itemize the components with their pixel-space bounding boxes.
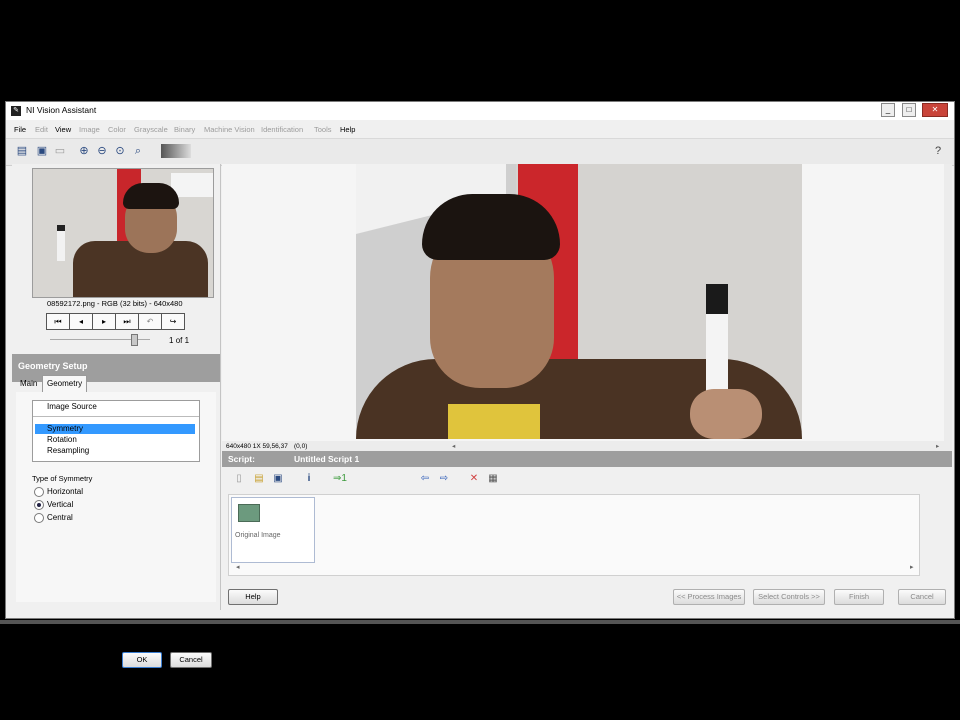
menu-bar: File Edit View Image Color Grayscale Bin… [6,120,954,138]
radio-central[interactable]: Central [34,513,73,523]
first-image-button[interactable]: ⏮ [46,313,70,330]
symmetry-type-label: Type of Symmetry [32,474,93,483]
scroll-right-icon[interactable]: ▸ [936,442,939,450]
left-panel: 08592172.png - RGB (32 bits) - 640x480 ⏮… [12,164,221,668]
menu-image[interactable]: Image [79,125,100,134]
zoom-fit-icon[interactable]: ⌕ [130,143,146,159]
menu-file[interactable]: File [14,125,26,134]
maximize-button[interactable]: □ [902,103,916,117]
image-viewer[interactable]: 640x480 1X 59,56,37 (0,0) ◂ ▸ [222,164,944,454]
menu-identification[interactable]: Identification [261,125,303,134]
script-step-original-image[interactable]: Original Image [231,497,315,563]
thumbnail-caption: 08592172.png - RGB (32 bits) - 640x480 [47,299,183,308]
radio-circle-checked[interactable] [34,500,44,510]
image-thumbnail[interactable] [32,168,214,298]
finish-button[interactable]: Finish [834,589,884,605]
radio-circle[interactable] [34,487,44,497]
performance-meter-icon[interactable]: ▦ [486,472,500,486]
minimize-button[interactable]: _ [881,103,895,117]
list-item-rotation[interactable]: Rotation [35,435,195,445]
open-script-icon[interactable]: ▤ [252,472,266,486]
list-item-image-source[interactable]: Image Source [35,402,195,412]
script-name: Untitled Script 1 [294,454,360,464]
image-step-icon [238,504,260,522]
cancel-button[interactable]: Cancel [898,589,946,605]
app-logo-icon: ✎ [11,106,21,116]
return-button[interactable]: ↪ [161,313,185,330]
menu-tools[interactable]: Tools [314,125,332,134]
menu-view[interactable]: View [55,125,71,134]
new-script-icon[interactable]: ▯ [232,472,246,486]
radio-horizontal[interactable]: Horizontal [34,487,83,497]
tab-main[interactable]: Main [16,376,41,392]
page-total: 1 [184,336,190,345]
previous-image-button[interactable]: ◂ [69,313,93,330]
script-label: Script: [228,454,255,464]
geometry-setup-title: Geometry Setup [18,361,88,371]
page-current: 1 [169,336,174,345]
step-label: Original Image [235,532,281,539]
open-image-icon[interactable]: ▤ [14,143,30,159]
geometry-tab-panel: Image Source Symmetry Rotation Resamplin… [16,392,216,602]
script-scroll-right-icon[interactable]: ▸ [910,563,914,571]
menu-edit[interactable]: Edit [35,125,48,134]
main-toolbar: ▤ ▣ ▭ ⊕ ⊖ ⊙ ⌕ ? [6,138,954,166]
list-item-symmetry[interactable]: Symmetry [35,424,195,434]
app-window: ✎ NI Vision Assistant _ □ ✕ File Edit Vi… [5,101,955,668]
last-image-button[interactable]: ⏭ [115,313,139,330]
script-scroll-left-icon[interactable]: ◂ [236,563,240,571]
cancel-geometry-button[interactable]: Cancel [170,652,212,668]
list-item-resampling[interactable]: Resampling [35,446,195,456]
help-icon[interactable]: ? [930,143,946,159]
image-slider-thumb[interactable] [131,334,138,346]
grayscale-palette-icon[interactable] [161,144,191,158]
script-horizontal-scrollbar[interactable]: ◂ ▸ [228,563,918,573]
radio-vertical[interactable]: Vertical [34,500,73,510]
ok-button[interactable]: OK [122,652,162,668]
zoom-out-icon[interactable]: ⊖ [94,143,110,159]
title-bar: ✎ NI Vision Assistant _ □ ✕ [6,102,954,120]
help-button[interactable]: Help [228,589,278,605]
info-icon[interactable]: i [302,472,316,486]
zoom-1to1-icon[interactable]: ⊙ [112,143,128,159]
radio-circle[interactable] [34,513,44,523]
run-once-icon[interactable]: ⇒1 [330,472,350,486]
geometry-function-list[interactable]: Image Source Symmetry Rotation Resamplin… [32,400,200,462]
page-of: of [175,336,183,345]
taskbar-strip [0,620,960,624]
browser-nav: ⏮ ◂ ▸ ⏭ ↶ ↪ [46,313,185,330]
tab-geometry[interactable]: Geometry [42,375,88,393]
zoom-in-icon[interactable]: ⊕ [76,143,92,159]
menu-grayscale[interactable]: Grayscale [134,125,168,134]
page-indicator: 1 of 1 [169,336,189,345]
image-info-text: 640x480 1X 59,56,37 [226,443,288,450]
script-toolbar: ▯ ▤ ▣ i ⇒1 ⇦ ⇨ ✕ ▦ [222,468,952,492]
script-header: Script: Untitled Script 1 [222,451,952,467]
print-icon[interactable]: ▭ [52,143,68,159]
viewer-vertical-scrollbar[interactable] [944,164,952,454]
close-image-button[interactable]: ↶ [138,313,162,330]
close-button[interactable]: ✕ [922,103,948,117]
menu-color[interactable]: Color [108,125,126,134]
menu-binary[interactable]: Binary [174,125,195,134]
window-title: NI Vision Assistant [26,105,97,115]
save-script-icon[interactable]: ▣ [271,472,285,486]
menu-help[interactable]: Help [340,125,355,134]
move-step-right-icon[interactable]: ⇨ [437,472,451,486]
save-icon[interactable]: ▣ [34,143,50,159]
process-images-button[interactable]: << Process Images [673,589,745,605]
move-step-left-icon[interactable]: ⇦ [418,472,432,486]
select-controls-button[interactable]: Select Controls >> [753,589,825,605]
menu-machine-vision[interactable]: Machine Vision [204,125,255,134]
delete-step-icon[interactable]: ✕ [467,472,481,486]
scroll-left-icon[interactable]: ◂ [452,442,455,450]
cursor-coords-text: (0,0) [294,443,308,450]
main-image[interactable] [356,164,802,439]
next-image-button[interactable]: ▸ [92,313,116,330]
